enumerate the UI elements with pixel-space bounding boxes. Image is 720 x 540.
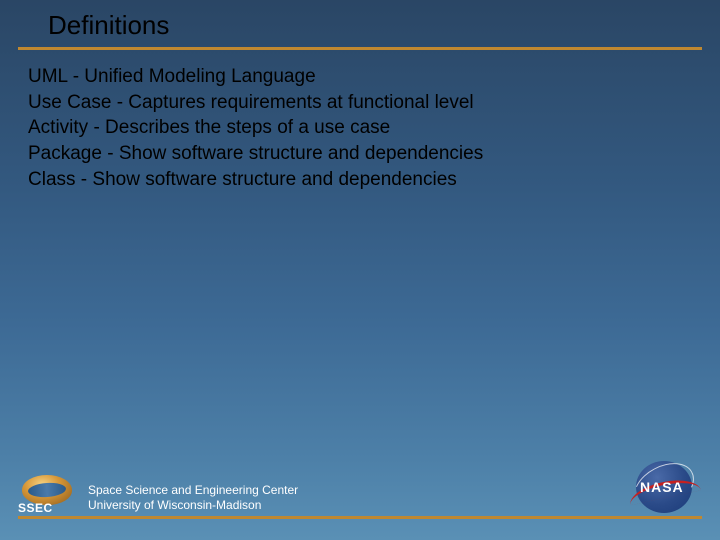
title-bar: Definitions: [18, 0, 702, 50]
footer-org-line1: Space Science and Engineering Center: [88, 483, 298, 498]
footer: SSEC Space Science and Engineering Cente…: [0, 468, 720, 528]
nasa-logo-text: NASA: [640, 479, 684, 495]
footer-divider: [18, 516, 702, 519]
definition-line: Class - Show software structure and depe…: [28, 167, 692, 193]
definition-line: UML - Unified Modeling Language: [28, 64, 692, 90]
footer-credits: Space Science and Engineering Center Uni…: [88, 483, 298, 513]
slide-title: Definitions: [48, 10, 702, 41]
content-area: UML - Unified Modeling Language Use Case…: [0, 50, 720, 206]
definition-line: Activity - Describes the steps of a use …: [28, 115, 692, 141]
ssec-logo-icon: SSEC: [18, 475, 76, 515]
definition-line: Package - Show software structure and de…: [28, 141, 692, 167]
nasa-logo-icon: NASA: [628, 458, 700, 516]
footer-org-line2: University of Wisconsin-Madison: [88, 498, 298, 513]
definition-line: Use Case - Captures requirements at func…: [28, 90, 692, 116]
ssec-logo-text: SSEC: [18, 501, 53, 515]
